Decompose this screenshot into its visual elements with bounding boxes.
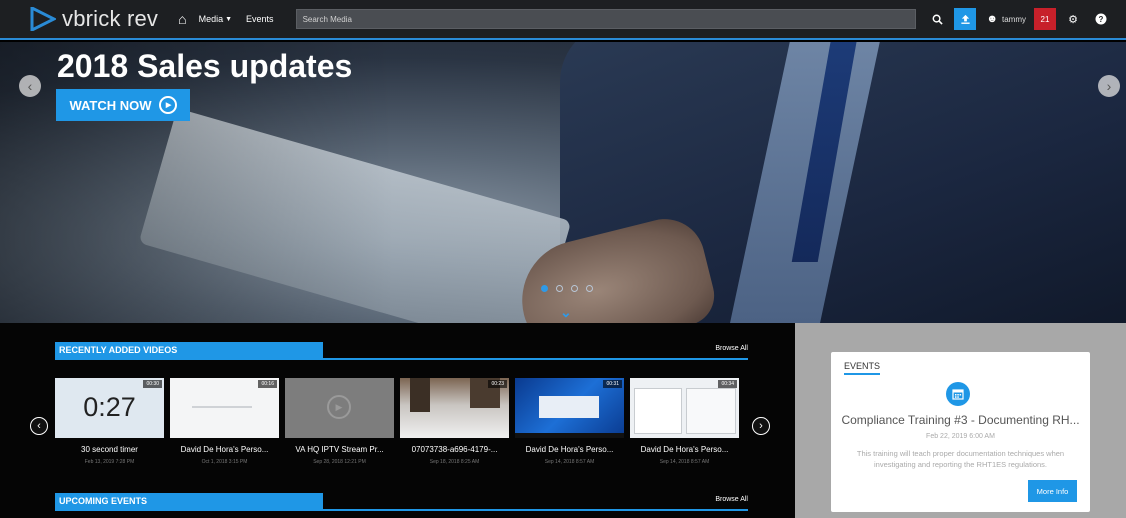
watch-now-button[interactable]: WATCH NOW ▶ [56, 89, 190, 121]
event-title[interactable]: Compliance Training #3 - Documenting RH.… [839, 413, 1082, 427]
videos-prev-arrow[interactable]: ‹ [30, 417, 48, 435]
svg-text:?: ? [1099, 15, 1104, 24]
video-date: Sep 28, 2018 12:21 PM [313, 459, 366, 465]
hero-dot[interactable] [556, 285, 563, 292]
video-title[interactable]: David De Hora's Perso... [170, 445, 279, 454]
heading-underline [844, 373, 880, 375]
recently-added-header: RECENTLY ADDED VIDEOS Browse All [55, 342, 748, 360]
duration-badge: 00:23 [488, 380, 507, 388]
search-icon[interactable] [926, 8, 948, 30]
video-carousel: 0:27 00:30 30 second timer Feb 13, 2019 … [55, 378, 745, 465]
video-card[interactable]: 0:27 00:30 30 second timer Feb 13, 2019 … [55, 378, 164, 465]
video-date: Oct 1, 2018 3:15 PM [201, 459, 248, 465]
event-date: Feb 22, 2019 6:00 AM [926, 433, 995, 440]
video-date: Sep 14, 2018 8:57 AM [544, 459, 595, 465]
thumb-pane [686, 388, 736, 434]
upload-icon[interactable] [954, 8, 977, 30]
video-card[interactable]: 00:16 David De Hora's Perso... Oct 1, 20… [170, 378, 279, 465]
video-title[interactable]: 30 second timer [55, 445, 164, 454]
video-title[interactable]: David De Hora's Perso... [515, 445, 624, 454]
logo[interactable]: vbrick rev [30, 6, 158, 32]
video-title[interactable]: 07073738-a696-4179-... [400, 445, 509, 454]
video-card[interactable]: ▶ VA HQ IPTV Stream Pr... Sep 28, 2018 1… [285, 378, 394, 465]
app: vbrick rev ⌂ Media ▼ Events Search Media… [0, 0, 1126, 518]
gear-icon[interactable]: ⚙ [1062, 8, 1084, 30]
duration-badge: 00:34 [718, 380, 737, 388]
logo-text: vbrick rev [62, 6, 159, 31]
video-card[interactable]: 00:31 David De Hora's Perso... Sep 14, 2… [515, 378, 624, 465]
video-thumbnail[interactable]: 00:23 [400, 378, 509, 438]
video-thumbnail[interactable]: ▶ [285, 378, 394, 438]
hero-dot[interactable] [541, 285, 548, 292]
video-card[interactable]: 00:34 David De Hora's Perso... Sep 14, 2… [630, 378, 739, 465]
play-icon: ▶ [158, 96, 177, 114]
thumb-pane [634, 388, 682, 434]
thumb-tree [410, 378, 430, 412]
hero-title: 2018 Sales updates [57, 48, 353, 84]
caret-down-icon: ▼ [225, 15, 233, 23]
hero-dot[interactable] [586, 285, 593, 292]
hero-banner: 2018 Sales updates WATCH NOW ▶ ‹ › ⌄ [0, 42, 1126, 323]
video-card[interactable]: 00:23 07073738-a696-4179-... Sep 18, 201… [400, 378, 509, 465]
video-thumbnail[interactable]: 00:16 [170, 378, 279, 438]
nav-media-label: Media [198, 14, 224, 24]
events-card-heading: EVENTS [844, 361, 881, 371]
videos-next-arrow[interactable]: › [752, 417, 770, 435]
upcoming-events-title: UPCOMING EVENTS [55, 493, 323, 509]
video-date: Feb 13, 2019 7:28 PM [84, 459, 135, 465]
duration-badge: 00:31 [603, 380, 622, 388]
nav-events-link[interactable]: Events [246, 14, 274, 24]
scroll-down-chevron-icon[interactable]: ⌄ [560, 304, 572, 321]
notifications-badge[interactable]: 21 [1034, 8, 1056, 30]
timer-thumb-text: 0:27 [83, 392, 136, 422]
duration-badge: 00:16 [258, 380, 277, 388]
hero-next-arrow[interactable]: › [1098, 75, 1120, 97]
vbrick-logo-icon [30, 7, 56, 31]
thumb-dialog [539, 396, 599, 418]
hero-dot[interactable] [571, 285, 578, 292]
watch-now-label: WATCH NOW [69, 97, 152, 113]
browse-all-events-link[interactable]: Browse All [715, 496, 748, 503]
events-card: EVENTS Compliance Training #3 - Document… [831, 352, 1090, 512]
event-description: This training will teach proper document… [856, 449, 1065, 469]
upcoming-events-header: UPCOMING EVENTS Browse All [55, 493, 748, 511]
nav-media-menu[interactable]: Media ▼ [199, 14, 232, 24]
user-icon: ☻ [986, 13, 998, 25]
browse-all-videos-link[interactable]: Browse All [715, 345, 748, 352]
toolbar-right: ☻ tammy 21 ⚙ ? [920, 0, 1112, 39]
video-thumbnail[interactable]: 0:27 00:30 [55, 378, 164, 438]
video-title[interactable]: David De Hora's Perso... [630, 445, 739, 454]
recently-added-title: RECENTLY ADDED VIDEOS [55, 342, 323, 358]
home-icon[interactable]: ⌂ [178, 11, 186, 27]
calendar-icon [946, 382, 970, 406]
user-name: tammy [1002, 14, 1026, 24]
content-panel: RECENTLY ADDED VIDEOS Browse All ‹ › 0:2… [0, 323, 795, 518]
thumb-line [192, 406, 252, 408]
video-thumbnail[interactable]: 00:34 [630, 378, 739, 438]
video-title[interactable]: VA HQ IPTV Stream Pr... [285, 445, 394, 454]
more-info-button[interactable]: More Info [1028, 480, 1077, 502]
hero-prev-arrow[interactable]: ‹ [19, 75, 41, 97]
hero-pagination [541, 285, 601, 292]
play-circle-icon: ▶ [327, 395, 351, 419]
video-date: Sep 18, 2018 8:25 AM [429, 459, 480, 465]
duration-badge: 00:30 [143, 380, 162, 388]
top-navigation-bar: vbrick rev ⌂ Media ▼ Events Search Media… [0, 0, 1126, 40]
user-menu[interactable]: ☻ tammy [986, 13, 1026, 25]
help-icon[interactable]: ? [1090, 8, 1112, 30]
video-date: Sep 14, 2018 8:57 AM [659, 459, 710, 465]
video-thumbnail[interactable]: 00:31 [515, 378, 624, 438]
search-input[interactable]: Search Media [295, 9, 916, 29]
thumb-taskbar [515, 433, 624, 438]
